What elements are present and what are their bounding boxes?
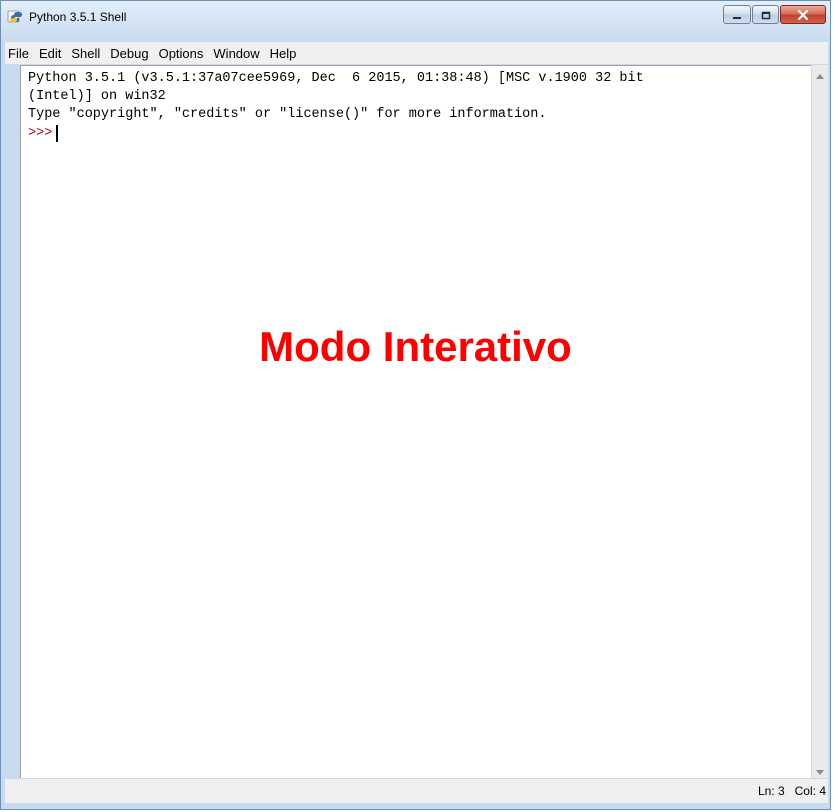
shell-prompt: >>> [28, 125, 53, 141]
shell-output-line: (Intel)] on win32 [28, 89, 166, 104]
shell-text-area[interactable]: Python 3.5.1 (v3.5.1:37a07cee5969, Dec 6… [20, 65, 811, 778]
menu-debug[interactable]: Debug [106, 46, 152, 61]
prompt-row[interactable]: >>> [28, 124, 59, 142]
menu-file[interactable]: File [5, 46, 33, 61]
menu-window[interactable]: Window [209, 46, 263, 61]
status-bar: Ln: 3 Col: 4 [5, 779, 828, 803]
window-controls [722, 5, 826, 24]
scroll-up-button[interactable] [812, 65, 828, 82]
status-line: Ln: 3 [757, 784, 785, 798]
close-icon [797, 5, 809, 24]
python-idle-icon [7, 9, 23, 25]
vertical-scrollbar[interactable] [811, 65, 828, 778]
menu-shell[interactable]: Shell [67, 46, 104, 61]
overlay-caption: Modo Interativo [259, 323, 572, 370]
menu-bar: File Edit Shell Debug Options Window Hel… [5, 42, 828, 64]
text-cursor [56, 124, 59, 142]
close-button[interactable] [780, 5, 826, 24]
title-bar[interactable]: Python 3.5.1 Shell [1, 1, 830, 41]
maximize-button[interactable] [752, 5, 779, 24]
minimize-icon [732, 5, 742, 24]
arrow-down-icon [816, 760, 824, 779]
shell-output-line: Type "copyright", "credits" or "license(… [28, 107, 547, 122]
scroll-down-button[interactable] [812, 761, 828, 778]
arrow-up-icon [816, 64, 824, 83]
menu-help[interactable]: Help [266, 46, 301, 61]
shell-output-line: Python 3.5.1 (v3.5.1:37a07cee5969, Dec 6… [28, 71, 644, 86]
status-col: Col: 4 [794, 784, 826, 798]
window-title: Python 3.5.1 Shell [29, 10, 127, 24]
menu-options[interactable]: Options [155, 46, 208, 61]
idle-shell-window: Python 3.5.1 Shell File Edit Shell Debug… [0, 0, 831, 810]
minimize-button[interactable] [723, 5, 751, 24]
menu-edit[interactable]: Edit [35, 46, 65, 61]
maximize-icon [761, 5, 771, 24]
